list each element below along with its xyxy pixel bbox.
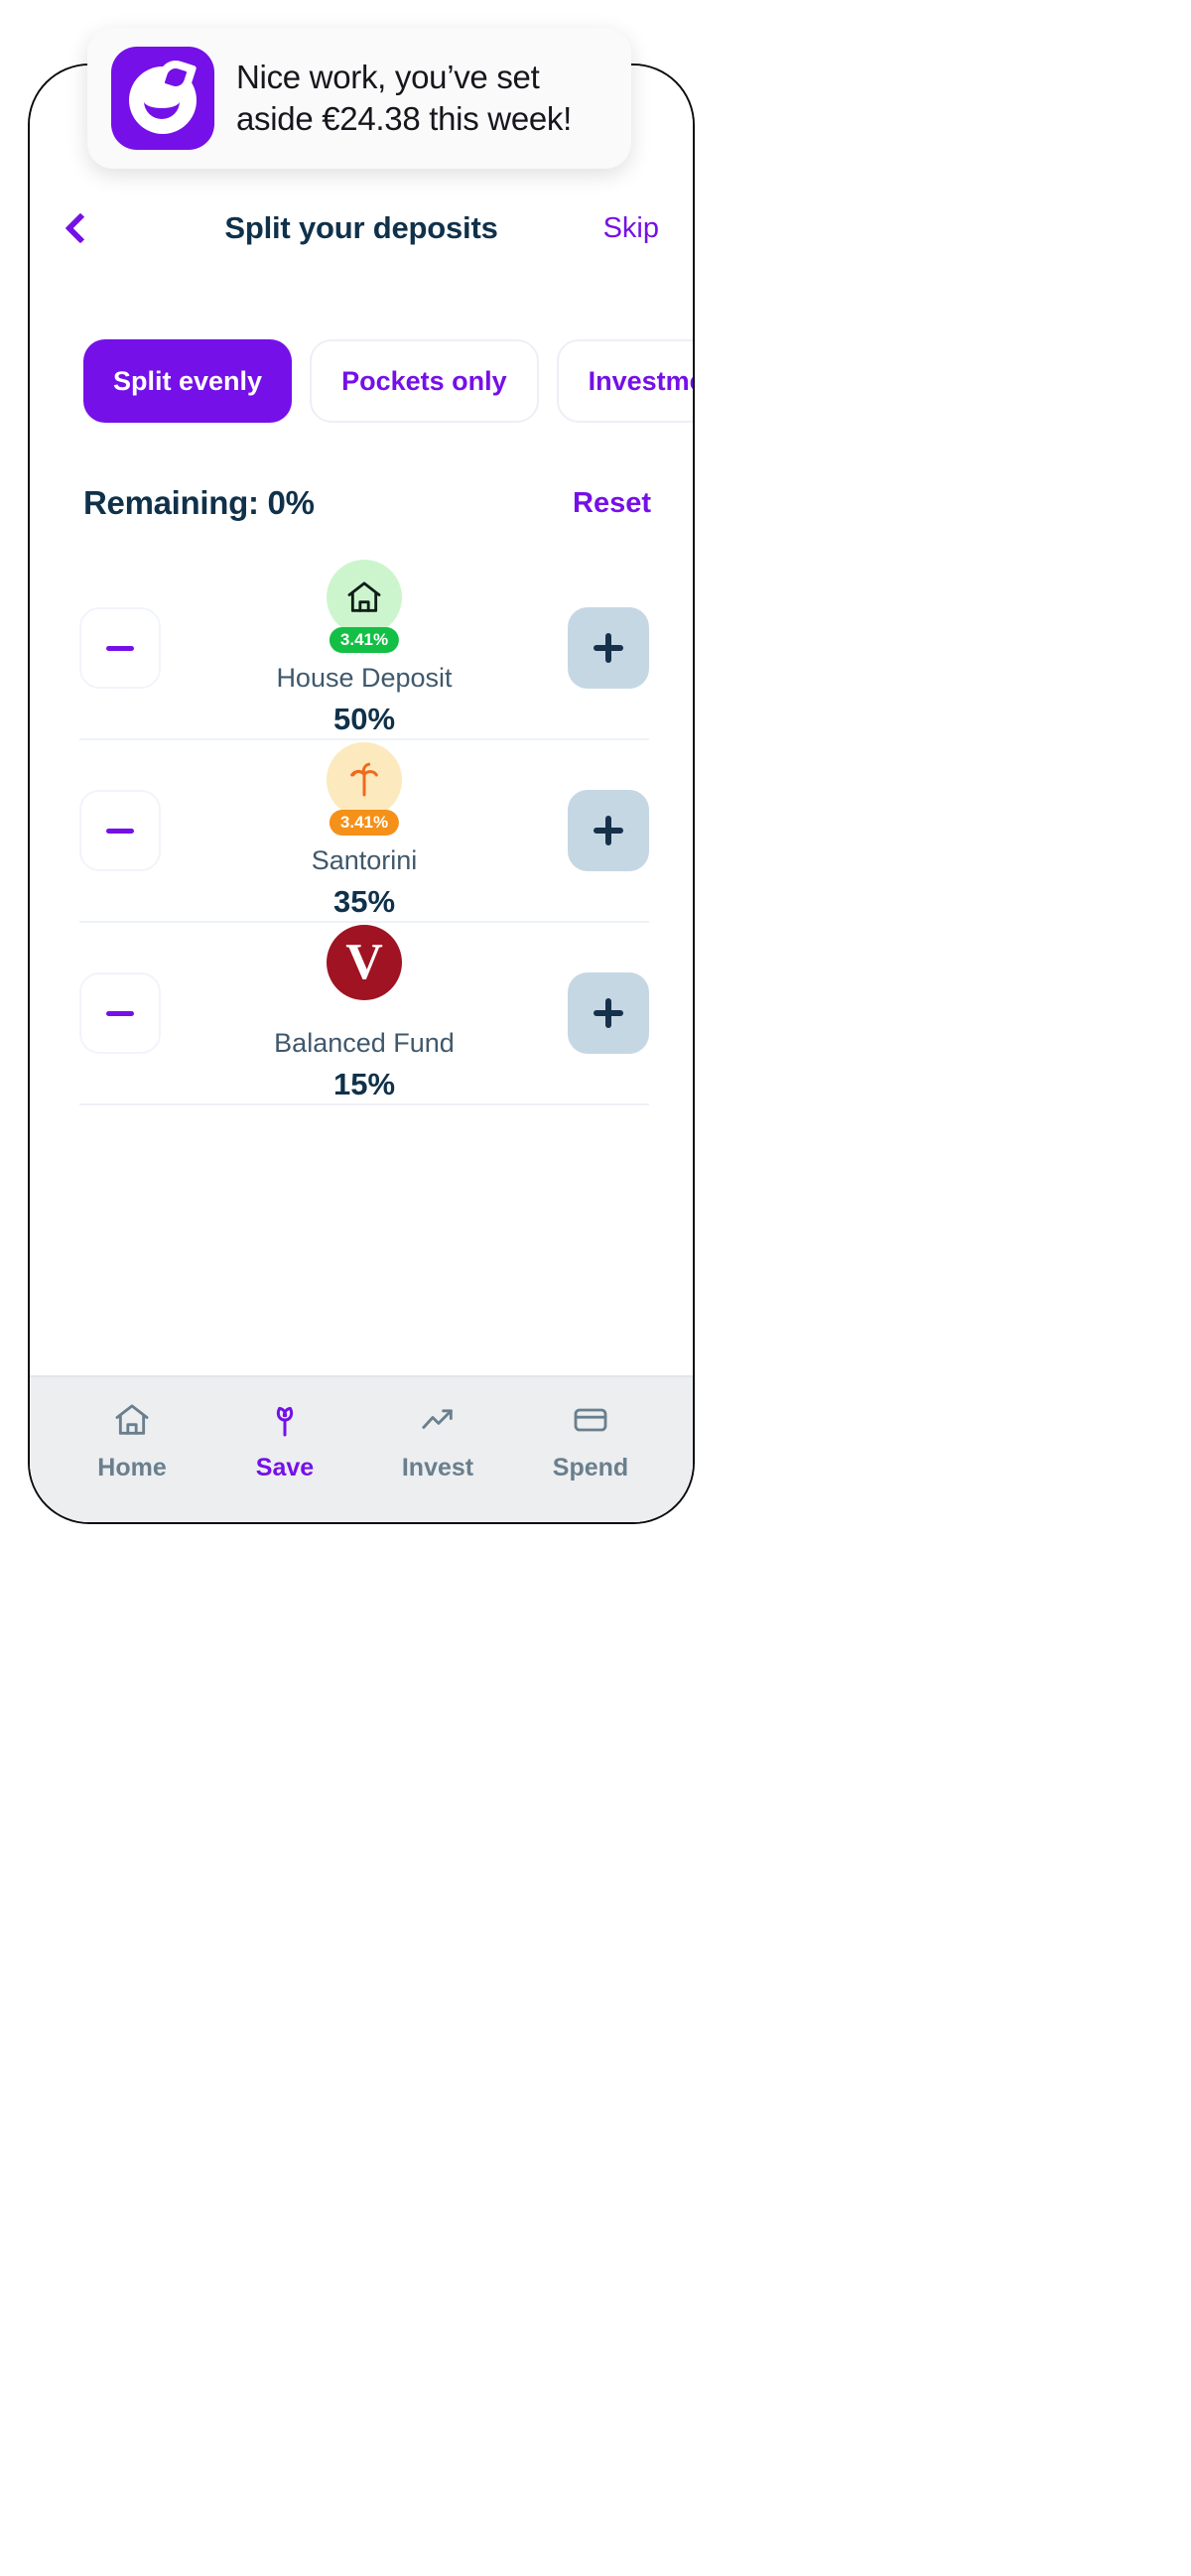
tab-investments[interactable]: Investments	[556, 339, 693, 423]
minus-icon	[106, 828, 134, 834]
screenshot-root: Split your deposits Skip Split evenly Po…	[0, 0, 1191, 2576]
pocket-percent: 35%	[332, 883, 396, 919]
nav-label: Invest	[401, 1453, 474, 1481]
app-screen: Split your deposits Skip Split evenly Po…	[30, 65, 693, 1522]
chart-line-icon	[422, 1408, 453, 1429]
pocket-avatar: V	[327, 924, 402, 1000]
pocket-avatar	[327, 741, 402, 818]
pocket-allocation-list: 3.41% House Deposit 50% 3.41% Santorini …	[30, 558, 693, 1105]
nav-label: Save	[255, 1453, 315, 1481]
tab-split-evenly[interactable]: Split evenly	[83, 339, 293, 423]
phone-device: Split your deposits Skip Split evenly Po…	[30, 65, 693, 1522]
notification-banner[interactable]: Nice work, you’ve set aside €24.38 this …	[87, 28, 631, 169]
avatar: V	[327, 924, 402, 1014]
status-badge: 3.41%	[329, 626, 400, 653]
pocket-name: Santorini	[311, 844, 418, 875]
house-icon	[347, 580, 381, 612]
card-icon	[574, 1408, 607, 1431]
home-icon	[115, 1403, 149, 1435]
decrease-button[interactable]	[79, 972, 161, 1054]
nav-label: Spend	[552, 1453, 629, 1481]
pocket-info: 3.41% Santorini 35%	[161, 741, 568, 920]
pocket-avatar	[327, 559, 402, 635]
avatar: 3.41%	[327, 741, 402, 836]
decrease-button[interactable]	[79, 790, 161, 871]
screen-header: Split your deposits Skip	[30, 183, 693, 274]
vanguard-logo-icon: V	[345, 933, 383, 990]
pocket-percent: 50%	[332, 701, 396, 736]
increase-button[interactable]	[568, 607, 649, 689]
table-row: V Balanced Fund 15%	[79, 923, 649, 1105]
nav-item-invest[interactable]: Invest	[361, 1400, 514, 1482]
plus-icon	[594, 998, 623, 1028]
avatar: 3.41%	[327, 559, 402, 653]
nav-item-spend[interactable]: Spend	[514, 1400, 667, 1482]
remaining-label: Remaining: 0%	[83, 484, 315, 521]
nav-item-save[interactable]: Save	[208, 1400, 361, 1482]
minus-icon	[106, 1010, 134, 1016]
remaining-summary-row: Remaining: 0% Reset	[30, 484, 693, 522]
app-logo-icon	[111, 47, 214, 150]
decrease-button[interactable]	[79, 607, 161, 689]
bottom-navigation: Home Save Invest Spend	[30, 1375, 693, 1522]
palm-tree-icon	[350, 762, 378, 796]
chevron-left-icon	[65, 212, 96, 244]
nav-item-home[interactable]: Home	[56, 1400, 208, 1482]
sprout-icon	[276, 1406, 294, 1436]
status-badge: 3.41%	[329, 809, 400, 836]
increase-button[interactable]	[568, 972, 649, 1054]
table-row: 3.41% House Deposit 50%	[79, 558, 649, 740]
table-row: 3.41% Santorini 35%	[79, 740, 649, 923]
tab-pockets-only[interactable]: Pockets only	[310, 339, 539, 423]
pocket-name: Balanced Fund	[274, 1027, 455, 1058]
nav-label: Home	[97, 1453, 167, 1481]
pocket-percent: 15%	[332, 1066, 396, 1101]
minus-icon	[106, 645, 134, 651]
back-button[interactable]	[65, 201, 113, 255]
pocket-name: House Deposit	[276, 662, 453, 693]
page-title: Split your deposits	[224, 210, 498, 245]
plus-icon	[594, 633, 623, 663]
skip-button[interactable]: Skip	[603, 212, 659, 245]
reset-button[interactable]: Reset	[573, 487, 651, 520]
split-mode-tabs: Split evenly Pockets only Investments	[30, 339, 693, 423]
pocket-info: V Balanced Fund 15%	[161, 924, 568, 1102]
increase-button[interactable]	[568, 790, 649, 871]
notification-message: Nice work, you’ve set aside €24.38 this …	[236, 59, 572, 137]
plus-icon	[594, 816, 623, 845]
pocket-info: 3.41% House Deposit 50%	[161, 559, 568, 737]
